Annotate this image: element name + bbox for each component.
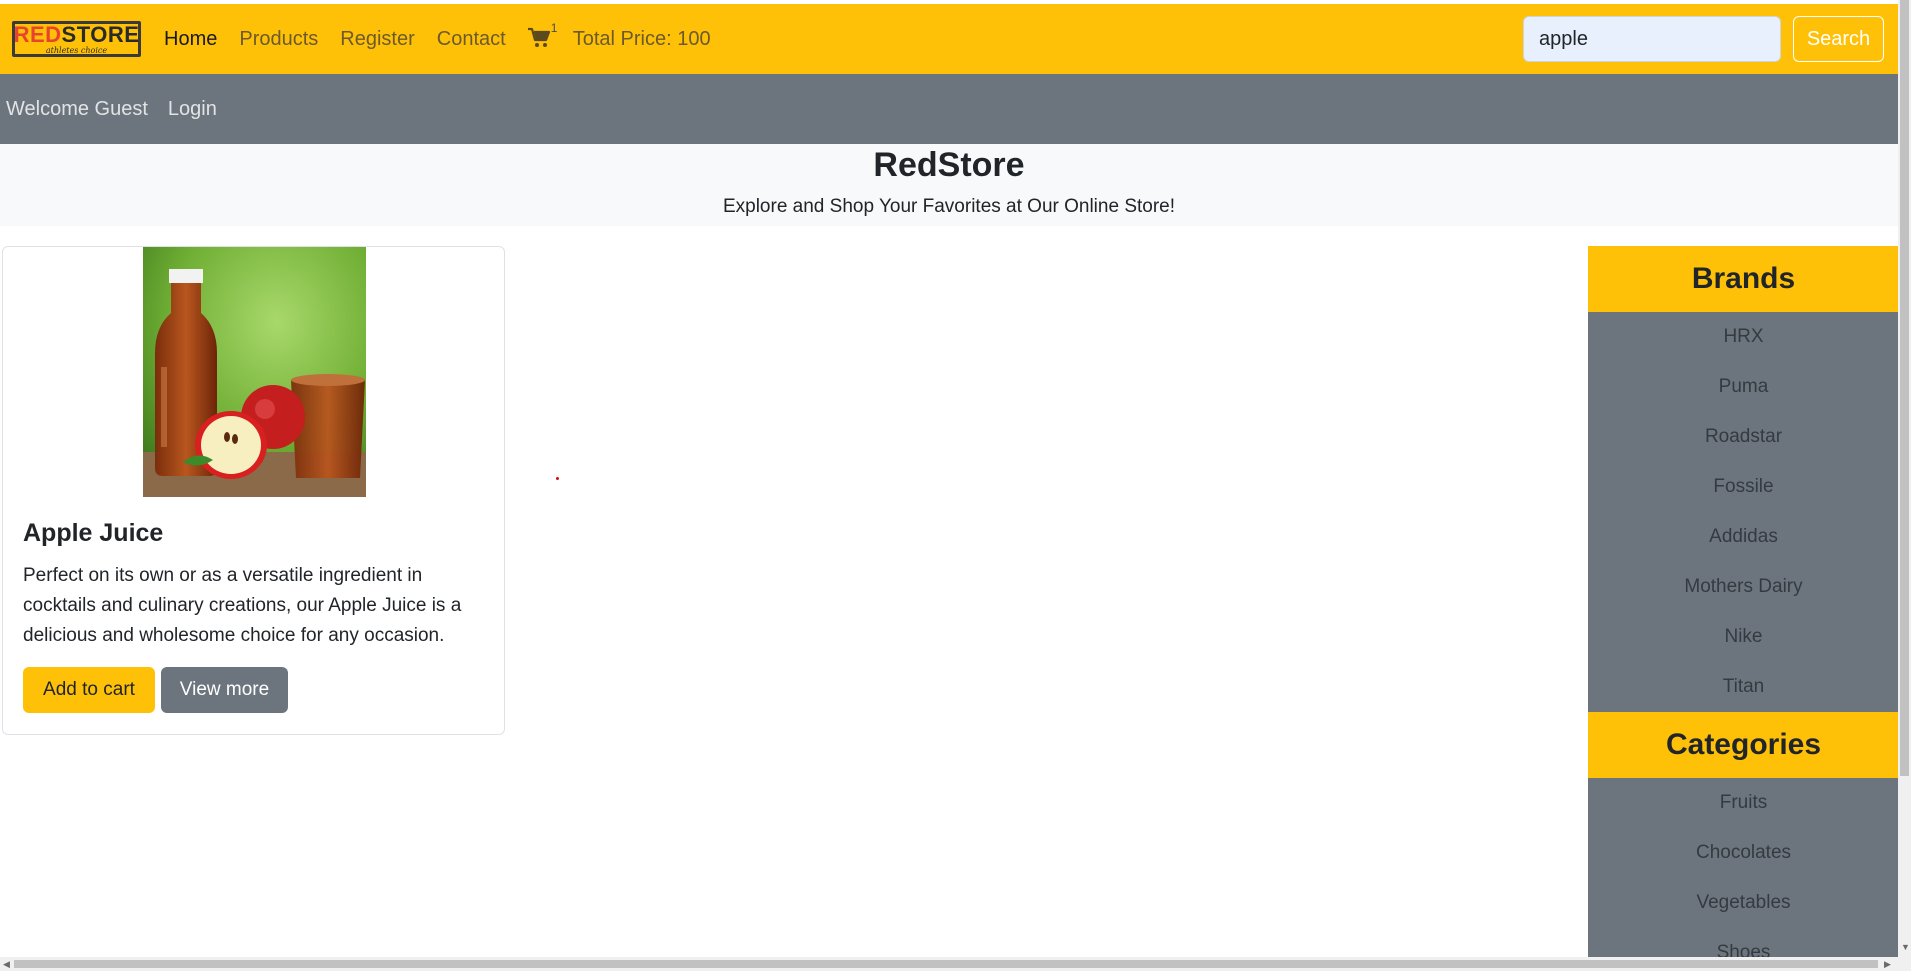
product-card: Apple Juice Perfect on its own or as a v… bbox=[2, 246, 505, 735]
brand-item[interactable]: Nike bbox=[1588, 612, 1899, 662]
brand-item[interactable]: Fossile bbox=[1588, 462, 1899, 512]
brand-item[interactable]: HRX bbox=[1588, 312, 1899, 362]
add-to-cart-button[interactable]: Add to cart bbox=[23, 667, 155, 713]
nav-home-link[interactable]: Home bbox=[164, 28, 217, 51]
nav-register-link[interactable]: Register bbox=[340, 28, 414, 51]
category-item[interactable]: Vegetables bbox=[1588, 878, 1899, 928]
vertical-scrollbar[interactable]: ▼ bbox=[1898, 0, 1911, 957]
search-input[interactable] bbox=[1523, 16, 1781, 62]
nav-products-link[interactable]: Products bbox=[239, 28, 318, 51]
category-item[interactable]: Fruits bbox=[1588, 778, 1899, 828]
brand-item[interactable]: Roadstar bbox=[1588, 412, 1899, 462]
scroll-right-arrow-icon[interactable]: ▶ bbox=[1884, 960, 1891, 969]
category-item[interactable]: Shoes bbox=[1588, 928, 1899, 957]
brand-item[interactable]: Addidas bbox=[1588, 512, 1899, 562]
brand-item[interactable]: Titan bbox=[1588, 662, 1899, 712]
page-title: RedStore bbox=[873, 146, 1025, 184]
search-form: Search bbox=[1523, 16, 1884, 62]
nav-contact-link[interactable]: Contact bbox=[437, 28, 506, 51]
view-more-button[interactable]: View more bbox=[161, 667, 288, 713]
vertical-scroll-thumb[interactable] bbox=[1900, 0, 1909, 776]
product-image[interactable] bbox=[143, 247, 366, 497]
categories-heading: Categories bbox=[1588, 712, 1899, 778]
horizontal-scroll-thumb[interactable] bbox=[14, 960, 1878, 968]
hero-banner: RedStore Explore and Shop Your Favorites… bbox=[0, 144, 1898, 226]
shopping-cart-icon bbox=[527, 27, 550, 47]
logo-tagline: athletes choice bbox=[45, 45, 108, 55]
total-price: Total Price: 100 bbox=[572, 27, 711, 50]
product-title: Apple Juice bbox=[23, 519, 164, 547]
cart-link[interactable]: 1 bbox=[527, 21, 557, 51]
brands-heading: Brands bbox=[1588, 246, 1899, 312]
product-description: Perfect on its own or as a versatile ing… bbox=[23, 565, 462, 646]
welcome-text: Welcome Guest bbox=[6, 97, 148, 120]
scroll-left-arrow-icon[interactable]: ◀ bbox=[3, 960, 10, 969]
brand-item[interactable]: Puma bbox=[1588, 362, 1899, 412]
login-link[interactable]: Login bbox=[168, 98, 217, 121]
brand-item[interactable]: Mothers Dairy bbox=[1588, 562, 1899, 612]
user-bar: Welcome Guest Login bbox=[0, 74, 1898, 144]
redstore-logo[interactable]: REDSTORE athletes choice bbox=[12, 21, 141, 57]
logo-wordmark: REDSTORE bbox=[13, 21, 140, 47]
brands-list: HRX Puma Roadstar Fossile Addidas Mother… bbox=[1588, 312, 1899, 712]
top-navbar: REDSTORE athletes choice Home Products R… bbox=[0, 4, 1898, 74]
sidebar: Brands HRX Puma Roadstar Fossile Addidas… bbox=[1588, 246, 1899, 957]
categories-list: Fruits Chocolates Vegetables Shoes bbox=[1588, 778, 1899, 957]
scroll-down-arrow-icon[interactable]: ▼ bbox=[1901, 943, 1910, 952]
page-subtitle: Explore and Shop Your Favorites at Our O… bbox=[722, 196, 1176, 217]
horizontal-scrollbar[interactable]: ◀ ▶ bbox=[0, 957, 1911, 971]
search-button[interactable]: Search bbox=[1793, 16, 1884, 62]
category-item[interactable]: Chocolates bbox=[1588, 828, 1899, 878]
apple-juice-image bbox=[143, 247, 366, 497]
cursor-dot bbox=[556, 477, 559, 480]
cart-count-badge: 1 bbox=[550, 21, 558, 35]
